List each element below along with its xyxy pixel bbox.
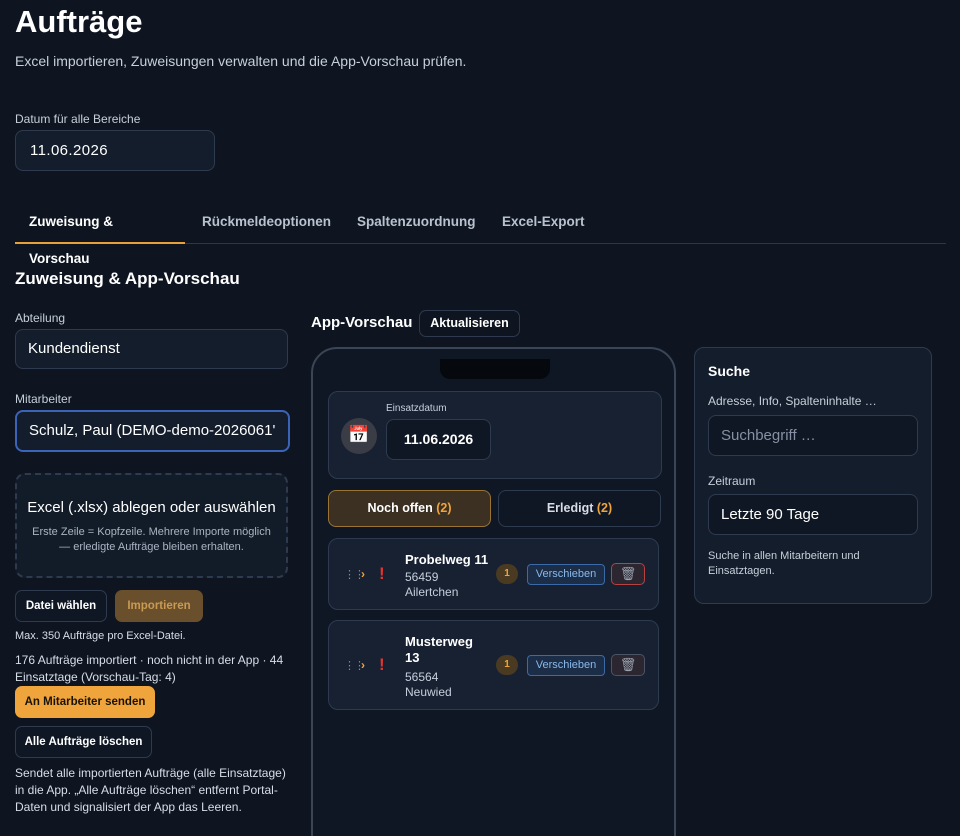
choose-file-button[interactable]: Datei wählen [15, 590, 107, 622]
department-select[interactable]: Kundendienst [15, 329, 288, 369]
tab-rueckmeldeoptionen[interactable]: Rückmeldeoptionen [188, 203, 345, 244]
calendar-icon: 📅 [341, 418, 377, 454]
global-date-field[interactable]: 11.06.2026 [15, 130, 215, 171]
job-zip: 56564 [405, 670, 439, 684]
move-job-button[interactable]: Verschieben [527, 655, 605, 676]
job-zip: 56459 [405, 570, 439, 584]
job-card[interactable]: ⋮⋮ › ! Musterweg 13 56564 Neuwied 1 Vers… [328, 620, 659, 710]
job-city: Ailertchen [405, 585, 459, 599]
search-panel: Suche Adresse, Info, Spalteninhalte … Su… [694, 347, 932, 604]
job-count-badge: 1 [496, 655, 518, 675]
priority-icon: ! [379, 564, 385, 583]
page-title: Aufträge [15, 4, 143, 39]
employee-select[interactable]: Schulz, Paul (DEMO-demo-2026061' [15, 410, 290, 452]
job-count-badge: 1 [496, 564, 518, 584]
send-explanation: Sendet alle importierten Aufträge (alle … [15, 766, 286, 814]
deployment-date-card: 📅 Einsatzdatum 11.06.2026 [328, 391, 662, 479]
import-button[interactable]: Importieren [115, 590, 203, 622]
job-street: Probelweg 11 [405, 552, 489, 567]
tab-bar: Zuweisung & Vorschau Rückmeldeoptionen S… [15, 203, 946, 266]
segment-done[interactable]: Erledigt (2) [498, 490, 661, 527]
dropzone-hint: Erste Zeile = Kopfzeile. Mehrere Importe… [32, 526, 271, 553]
trash-icon: 🗑 [619, 657, 637, 672]
tab-zuweisung-vorschau[interactable]: Zuweisung & Vorschau [15, 203, 185, 266]
trash-icon: 🗑 [619, 566, 637, 581]
job-card[interactable]: ⋮⋮ › ! Probelweg 11 56459 Ailertchen 1 V… [328, 538, 659, 610]
move-job-button[interactable]: Verschieben [527, 564, 605, 585]
tab-spaltenzuordnung[interactable]: Spaltenzuordnung [343, 203, 490, 244]
deployment-date-field[interactable]: 11.06.2026 [386, 419, 491, 460]
department-label: Abteilung [15, 311, 66, 325]
max-per-file-note: Max. 350 Aufträge pro Excel-Datei. [15, 630, 186, 642]
delete-all-button[interactable]: Alle Aufträge löschen [15, 726, 152, 758]
page-subtitle: Excel importieren, Zuweisungen verwalten… [15, 53, 467, 69]
section-title: Zuweisung & App-Vorschau [15, 269, 240, 288]
range-select[interactable]: Letzte 90 Tage [708, 494, 918, 535]
search-hint: Suche in allen Mitarbeitern und Einsatzt… [708, 550, 860, 577]
segment-open[interactable]: Noch offen (2) [328, 490, 491, 527]
search-field-label: Adresse, Info, Spalteninhalte … [708, 394, 877, 408]
chevron-right-icon[interactable]: › [361, 658, 365, 672]
send-to-employee-button[interactable]: An Mitarbeiter senden [15, 686, 155, 718]
delete-job-button[interactable]: 🗑 [611, 563, 645, 585]
employee-label: Mitarbeiter [15, 392, 72, 406]
tab-excel-export[interactable]: Excel-Export [488, 203, 599, 244]
job-street: Musterweg 13 [405, 634, 473, 665]
priority-icon: ! [379, 655, 385, 674]
chevron-right-icon[interactable]: › [361, 567, 365, 581]
app-preview-title: App-Vorschau [311, 314, 413, 331]
phone-frame: 📅 Einsatzdatum 11.06.2026 Noch offen (2)… [311, 347, 676, 836]
range-label: Zeitraum [708, 474, 756, 488]
search-title: Suche [708, 363, 751, 379]
dropzone-title: Excel (.xlsx) ablegen oder auswählen [27, 499, 276, 516]
delete-job-button[interactable]: 🗑 [611, 654, 645, 676]
search-input[interactable]: Suchbegriff … [708, 415, 918, 456]
phone-notch [440, 359, 550, 379]
global-date-label: Datum für alle Bereiche [15, 112, 141, 126]
excel-dropzone[interactable]: Excel (.xlsx) ablegen oder auswählen Ers… [15, 473, 288, 578]
job-city: Neuwied [405, 685, 452, 699]
refresh-button[interactable]: Aktualisieren [419, 310, 520, 337]
deployment-date-label: Einsatzdatum [386, 403, 447, 414]
import-status: 176 Aufträge importiert · noch nicht in … [15, 653, 284, 684]
